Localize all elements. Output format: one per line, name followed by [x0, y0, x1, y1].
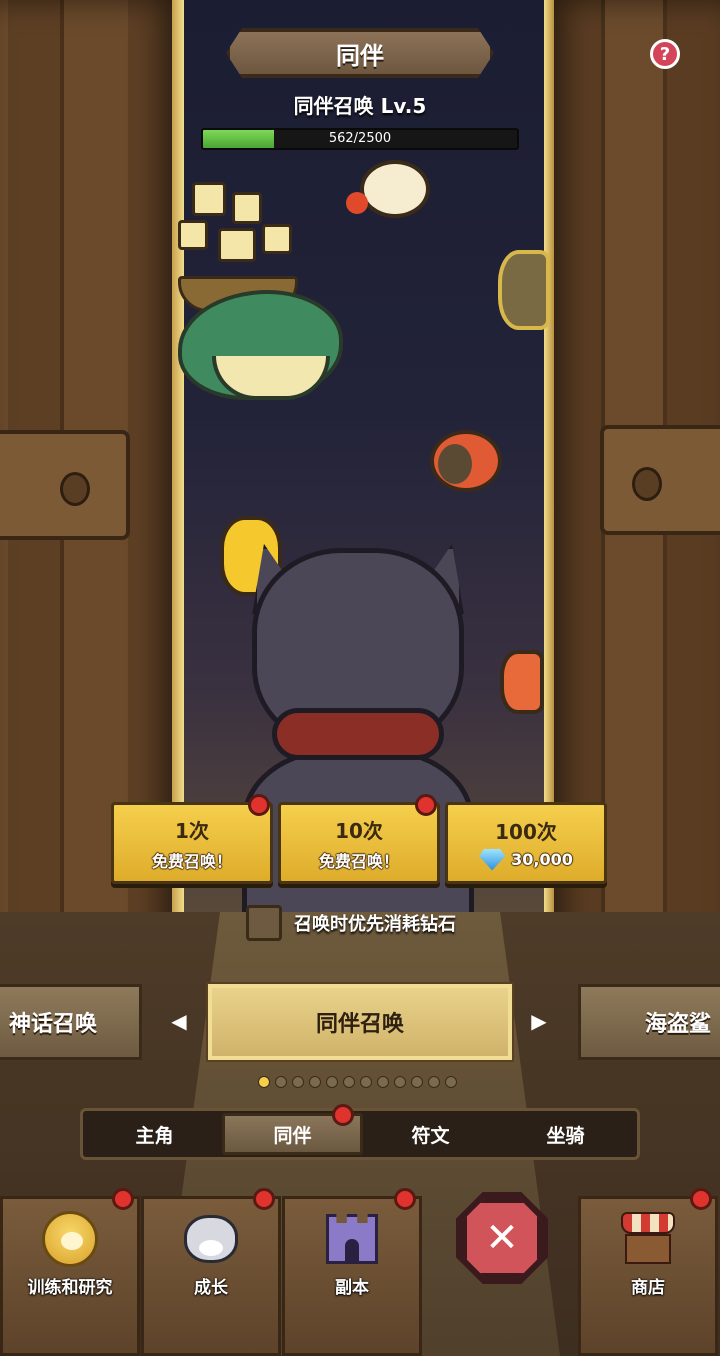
shop-icon	[621, 1212, 675, 1266]
carousel-dot[interactable]	[411, 1076, 423, 1088]
carousel-dot[interactable]	[343, 1076, 355, 1088]
summon-10x-label: 免费召唤！	[318, 851, 399, 871]
summon-1x-button[interactable]: 1次 免费召唤！	[111, 802, 273, 884]
banner-current-label: 同伴召唤	[315, 1012, 404, 1037]
carousel-dot[interactable]	[275, 1076, 287, 1088]
nav-growth-label: 成长	[194, 1278, 228, 1298]
summon-100x-button[interactable]: 100次 30,000	[445, 802, 607, 884]
right-door-hinge	[600, 425, 720, 535]
page-title: 同伴	[336, 41, 384, 70]
summon-100x-count: 100次	[495, 819, 557, 844]
notification-badge	[253, 1188, 275, 1210]
carousel-dot[interactable]	[394, 1076, 406, 1088]
notification-badge	[690, 1188, 712, 1210]
fox-companion-icon	[500, 650, 544, 714]
carousel-dot[interactable]	[445, 1076, 457, 1088]
summon-1x-label: 免费召唤！	[151, 851, 232, 871]
diamond-icon	[479, 848, 506, 871]
notification-badge	[248, 794, 270, 816]
bottom-navigation: 训练和研究 成长 副本 商店	[0, 1190, 720, 1356]
tab-hero[interactable]: 主角	[87, 1113, 222, 1155]
carousel-dot[interactable]	[377, 1076, 389, 1088]
notification-badge	[394, 1188, 416, 1210]
tab-mount[interactable]: 坐骑	[498, 1113, 633, 1155]
carousel-dot[interactable]	[309, 1076, 321, 1088]
tab-rune[interactable]: 符文	[363, 1113, 498, 1155]
banner-next[interactable]: 海盗鲨	[578, 984, 720, 1060]
nav-training-research-label: 训练和研究	[27, 1278, 113, 1298]
carousel-dot[interactable]	[292, 1076, 304, 1088]
banner-current[interactable]: 同伴召唤	[208, 984, 512, 1060]
summon-1x-count: 1次	[175, 818, 209, 843]
carousel-dot[interactable]	[258, 1076, 270, 1088]
summon-100x-cost-value: 30,000	[511, 850, 573, 869]
bird-companion-icon	[346, 160, 430, 218]
piranha-companion-icon	[430, 430, 502, 492]
notification-badge	[332, 1104, 354, 1126]
close-icon: ✕	[485, 1215, 519, 1261]
carousel-right-arrow-icon[interactable]: ▶	[528, 1008, 550, 1034]
close-button[interactable]: ✕	[462, 1198, 542, 1278]
castle-icon	[326, 1214, 378, 1264]
carousel-left-arrow-icon[interactable]: ◀	[168, 1008, 190, 1034]
nav-shop[interactable]: 商店	[578, 1196, 718, 1356]
summon-xp-text: 562/2500	[328, 131, 392, 146]
summon-10x-button[interactable]: 10次 免费召唤！	[278, 802, 440, 884]
carousel-dot[interactable]	[360, 1076, 372, 1088]
banner-prev[interactable]: 神话召唤	[0, 984, 142, 1060]
paw-icon	[42, 1211, 98, 1267]
nav-growth[interactable]: 成长	[141, 1196, 281, 1356]
category-tabs: 主角 同伴 符文 坐骑	[80, 1108, 640, 1160]
prefer-gems-checkbox[interactable]	[246, 905, 282, 941]
nav-training-research[interactable]: 训练和研究	[0, 1196, 140, 1356]
notification-badge	[415, 794, 437, 816]
page-title-plate: 同伴	[226, 28, 494, 78]
prefer-gems-label: 召唤时优先消耗钻石	[294, 914, 456, 935]
help-icon[interactable]: ?	[650, 39, 680, 69]
prefer-gems-option[interactable]: 召唤时优先消耗钻石	[246, 905, 456, 941]
banner-next-label: 海盗鲨	[645, 1012, 712, 1037]
nav-dungeon[interactable]: 副本	[282, 1196, 422, 1356]
left-door-hinge	[0, 430, 130, 540]
summon-xp-bar: 562/2500	[201, 128, 519, 150]
summon-level-label: 同伴召唤 Lv.5	[293, 94, 427, 118]
nav-dungeon-label: 副本	[335, 1278, 369, 1298]
left-door-edge	[172, 0, 184, 920]
summon-100x-cost: 30,000	[479, 848, 573, 871]
right-door-edge	[544, 0, 554, 920]
cat-face-icon	[184, 1215, 238, 1263]
carousel-dot[interactable]	[326, 1076, 338, 1088]
banner-prev-label: 神话召唤	[8, 1012, 97, 1037]
carousel-page-dots	[258, 1076, 457, 1088]
notification-badge	[112, 1188, 134, 1210]
nav-shop-label: 商店	[631, 1278, 665, 1298]
summon-10x-count: 10次	[335, 818, 383, 843]
carousel-dot[interactable]	[428, 1076, 440, 1088]
owl-companion-icon	[498, 250, 550, 330]
